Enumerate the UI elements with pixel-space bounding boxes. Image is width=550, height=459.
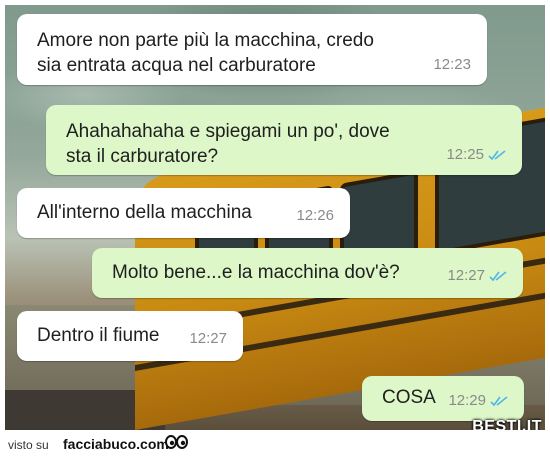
message-bubble-outgoing[interactable]: Ahahahahaha e spiegami un po', dove sta …: [46, 105, 522, 175]
double-check-icon: [489, 270, 507, 282]
message-bubble-incoming[interactable]: Dentro il fiume 12:27: [17, 311, 243, 361]
message-text: Molto bene...e la macchina dov'è?: [112, 262, 400, 283]
message-bubble-outgoing[interactable]: Molto bene...e la macchina dov'è? 12:27: [92, 248, 523, 298]
site-name[interactable]: facciabuco.com: [63, 436, 169, 452]
message-time: 12:25: [446, 146, 484, 163]
message-meta: 12:25: [446, 142, 506, 167]
message-text: Dentro il fiume: [37, 325, 160, 346]
message-time: 12:27: [189, 330, 227, 347]
message-meta: 12:27: [189, 326, 227, 351]
eyes-icon: [165, 434, 189, 450]
message-bubble-incoming[interactable]: Amore non parte più la macchina, credo s…: [17, 14, 487, 85]
double-check-icon: [490, 395, 508, 407]
message-time: 12:27: [447, 267, 485, 284]
message-time: 12:23: [433, 56, 471, 73]
message-text: Amore non parte più la macchina, credo s…: [37, 30, 374, 76]
double-check-icon: [488, 149, 506, 161]
message-text: Ahahahahaha e spiegami un po', dove sta …: [66, 121, 390, 167]
message-time: 12:29: [448, 392, 486, 409]
message-meta: 12:26: [296, 203, 334, 228]
message-meta: 12:27: [447, 263, 507, 288]
visto-label: visto su: [8, 438, 49, 452]
message-time: 12:26: [296, 207, 334, 224]
message-bubble-incoming[interactable]: All'interno della macchina 12:26: [17, 188, 350, 238]
footer-bar: visto su facciabuco.com: [0, 430, 550, 459]
message-text: All'interno della macchina: [37, 202, 252, 223]
message-meta: 12:23: [433, 52, 471, 77]
message-bubble-outgoing[interactable]: COSA 12:29: [362, 376, 524, 421]
message-meta: 12:29: [448, 388, 508, 413]
message-text: COSA: [382, 387, 436, 408]
meme-frame: Amore non parte più la macchina, credo s…: [0, 0, 550, 459]
